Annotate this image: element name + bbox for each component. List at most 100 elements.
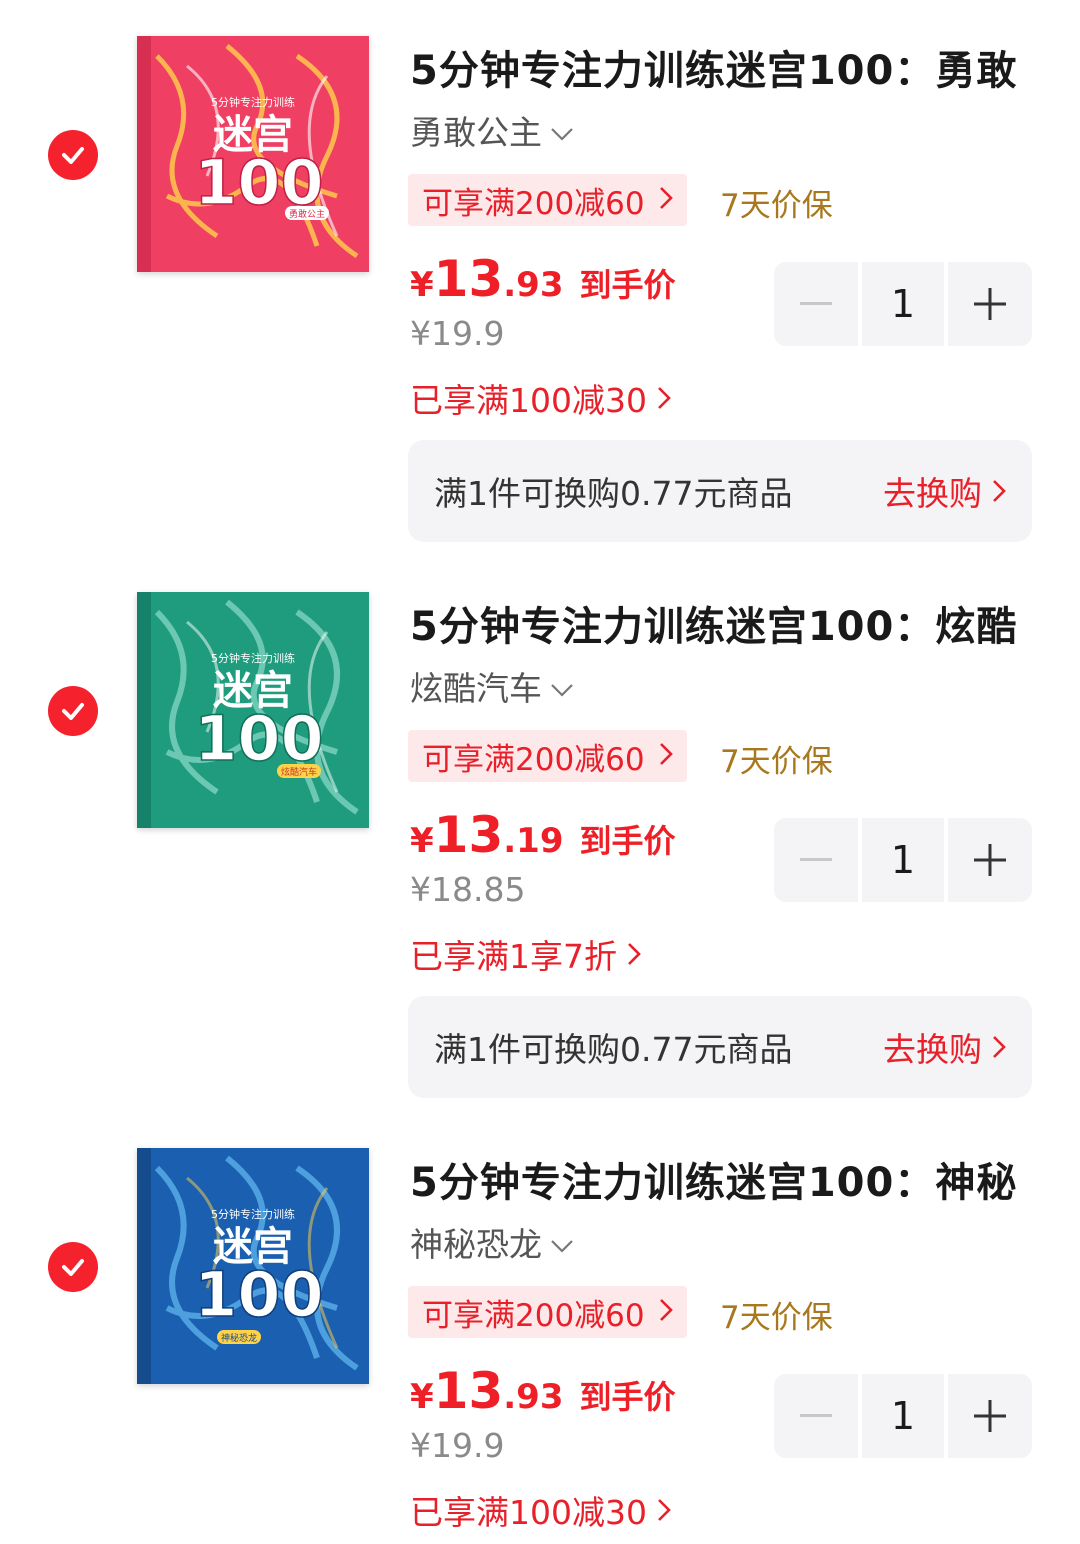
exchange-offer-bar[interactable]: 满1件可换购0.77元商品 去换购 [408,440,1032,542]
price-integer: 13 [433,250,504,308]
exchange-action-label: 去换购 [883,474,982,513]
price-guarantee-label: 7天价保 [720,744,833,780]
variant-selector[interactable]: 勇敢公主 [410,106,574,154]
variant-selector[interactable]: 炫酷汽车 [410,662,574,710]
cover-badge: 勇敢公主 [289,208,325,220]
increase-button[interactable] [948,818,1032,902]
checkmark-icon [62,703,84,720]
item-checkbox[interactable] [48,686,98,736]
applied-discount-text: 已享满100减30 [410,1493,647,1532]
applied-discount[interactable]: 已享满100减30 [410,374,671,422]
quantity-value[interactable]: 1 [862,818,944,902]
quantity-value[interactable]: 1 [862,1374,944,1458]
cart-item: 5分钟专注力训练 迷宫 100 炫酷汽车 5分钟专注力训练迷宫100：炫酷 炫酷… [0,556,1080,1116]
price-label: 到手价 [579,1378,676,1416]
product-title[interactable]: 5分钟专注力训练迷宫100：炫酷 [410,594,1030,652]
quantity-stepper: 1 [774,262,1032,346]
plus-icon [974,1400,1006,1432]
cover-top-text: 5分钟专注力训练 [211,651,295,665]
promo-tag[interactable]: 可享满200减60 [408,1286,687,1338]
price-integer: 13 [433,1362,504,1420]
quantity-value[interactable]: 1 [862,262,944,346]
promo-text: 可享满200减60 [422,1297,645,1334]
book-cover-art: 5分钟专注力训练 迷宫 100 炫酷汽车 [137,592,369,828]
exchange-offer-bar[interactable]: 满1件可换购0.77元商品 去换购 [408,996,1032,1098]
original-price: ¥19.9 [410,314,505,353]
applied-discount[interactable]: 已享满1享7折 [410,930,641,978]
chevron-right-icon [659,738,673,774]
price-label: 到手价 [579,822,676,860]
item-checkbox[interactable] [48,130,98,180]
product-cover-image[interactable]: 5分钟专注力训练 迷宫 100 神秘恐龙 [137,1148,369,1384]
exchange-button[interactable]: 去换购 [883,467,1006,515]
price-decimal: .93 [503,1377,564,1417]
original-price: ¥19.9 [410,1426,505,1465]
increase-button[interactable] [948,262,1032,346]
original-price: ¥18.85 [410,870,526,909]
decrease-button[interactable] [774,818,858,902]
decrease-button[interactable] [774,1374,858,1458]
price-integer: 13 [433,806,504,864]
quantity-stepper: 1 [774,818,1032,902]
minus-icon [800,1414,832,1417]
plus-icon [974,844,1006,876]
book-cover-art: 5分钟专注力训练 迷宫 100 勇敢公主 [137,36,369,272]
applied-discount-text: 已享满100减30 [410,381,647,420]
price-currency: ¥ [410,1377,434,1417]
product-title[interactable]: 5分钟专注力训练迷宫100：神秘 [410,1150,1030,1208]
promo-text: 可享满200减60 [422,185,645,222]
price-guarantee-label: 7天价保 [720,188,833,224]
cover-number: 100 [194,1258,323,1331]
item-checkbox[interactable] [48,1242,98,1292]
chevron-right-icon [657,379,671,418]
book-cover-art: 5分钟专注力训练 迷宫 100 神秘恐龙 [137,1148,369,1384]
variant-label: 勇敢公主 [410,113,542,152]
applied-discount[interactable]: 已享满100减30 [410,1486,671,1534]
exchange-text: 满1件可换购0.77元商品 [434,1030,793,1069]
exchange-text: 满1件可换购0.77元商品 [434,474,793,513]
price-currency: ¥ [410,821,434,861]
quantity-stepper: 1 [774,1374,1032,1458]
final-price: ¥ 13 .19 到手价 [410,806,676,864]
chevron-down-icon [550,111,574,150]
chevron-right-icon [659,182,673,218]
chevron-right-icon [659,1294,673,1330]
promo-text: 可享满200减60 [422,741,645,778]
exchange-button[interactable]: 去换购 [883,1023,1006,1071]
cover-top-text: 5分钟专注力训练 [211,95,295,109]
cover-badge: 炫酷汽车 [281,766,317,778]
variant-label: 神秘恐龙 [410,1225,542,1264]
price-guarantee-label: 7天价保 [720,1300,833,1336]
promo-tag[interactable]: 可享满200减60 [408,730,687,782]
chevron-down-icon [550,1223,574,1262]
price-label: 到手价 [579,266,676,304]
product-cover-image[interactable]: 5分钟专注力训练 迷宫 100 炫酷汽车 [137,592,369,828]
cart-item: 5分钟专注力训练 迷宫 100 勇敢公主 5分钟专注力训练迷宫100：勇敢 勇敢… [0,0,1080,560]
final-price: ¥ 13 .93 到手价 [410,1362,676,1420]
promo-tag[interactable]: 可享满200减60 [408,174,687,226]
chevron-right-icon [627,935,641,974]
plus-icon [974,288,1006,320]
minus-icon [800,302,832,305]
product-cover-image[interactable]: 5分钟专注力训练 迷宫 100 勇敢公主 [137,36,369,272]
price-decimal: .93 [503,265,564,305]
cart-item: 5分钟专注力训练 迷宫 100 神秘恐龙 5分钟专注力训练迷宫100：神秘 神秘… [0,1112,1080,1544]
chevron-right-icon [992,1028,1006,1067]
cover-badge: 神秘恐龙 [221,1332,257,1344]
price-decimal: .19 [503,821,564,861]
chevron-right-icon [657,1491,671,1530]
product-title[interactable]: 5分钟专注力训练迷宫100：勇敢 [410,38,1030,96]
minus-icon [800,858,832,861]
chevron-right-icon [992,472,1006,511]
exchange-action-label: 去换购 [883,1030,982,1069]
final-price: ¥ 13 .93 到手价 [410,250,676,308]
chevron-down-icon [550,667,574,706]
variant-label: 炫酷汽车 [410,669,542,708]
increase-button[interactable] [948,1374,1032,1458]
checkmark-icon [62,147,84,164]
checkmark-icon [62,1259,84,1276]
applied-discount-text: 已享满1享7折 [410,937,617,976]
price-currency: ¥ [410,265,434,305]
variant-selector[interactable]: 神秘恐龙 [410,1218,574,1266]
decrease-button[interactable] [774,262,858,346]
